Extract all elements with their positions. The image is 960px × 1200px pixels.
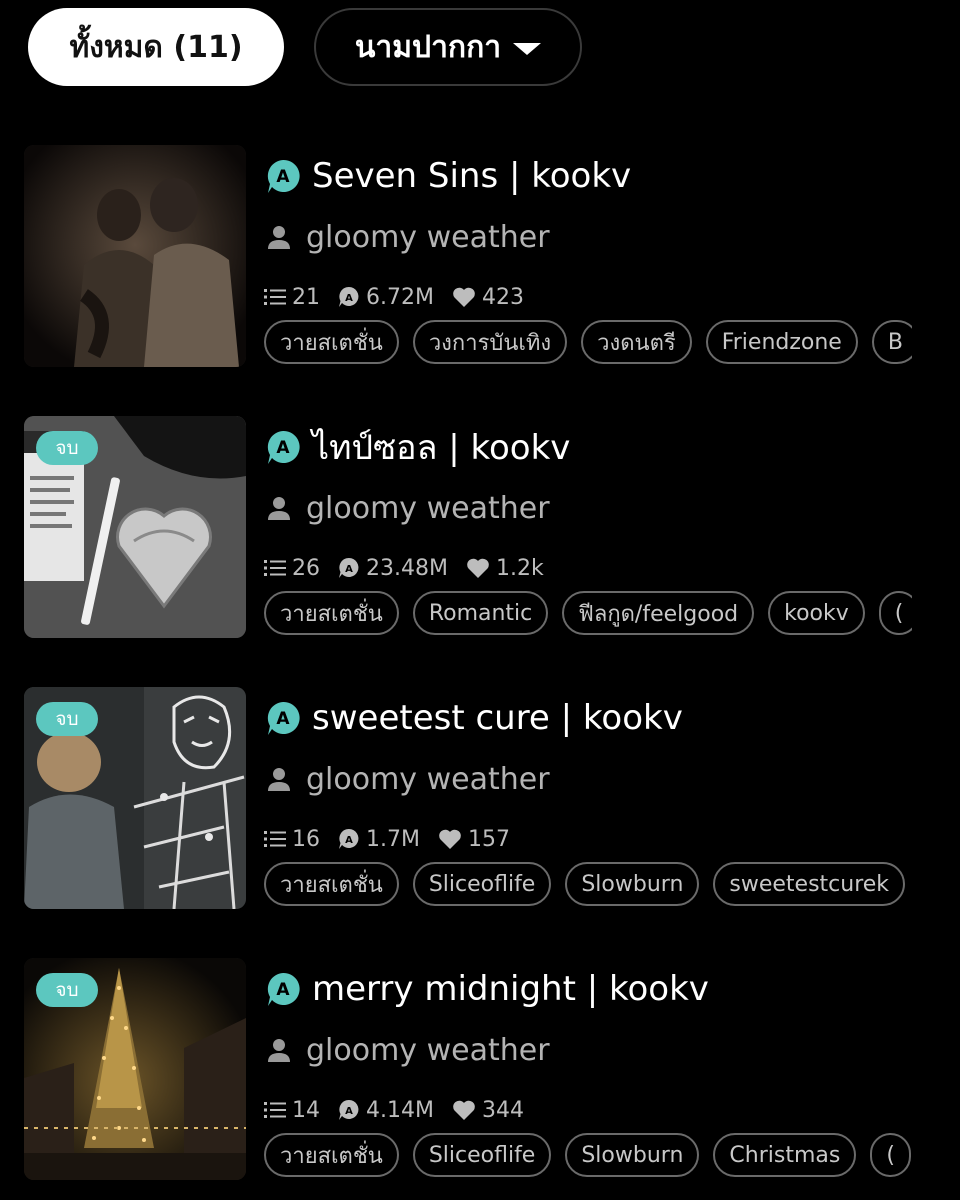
tag-chip[interactable]: วายสเตชั่น [264, 320, 399, 364]
heart-icon [439, 829, 461, 849]
tag-chip[interactable]: Friendzone [705, 320, 858, 364]
tag-chip[interactable]: B [871, 320, 912, 364]
a-badge-icon: A [267, 701, 300, 735]
pen-name-dropdown[interactable]: นามปากกา [314, 8, 582, 86]
view-count: 1.7M [366, 826, 420, 852]
cover-image [24, 145, 246, 367]
person-icon [268, 226, 290, 249]
novel-item[interactable]: จบ A ไทป์ซอล | kookv gloomy weather 26 A… [24, 416, 912, 687]
tag-chip[interactable]: Sliceoflife [412, 862, 552, 906]
tag-chip[interactable]: วงการบันเทิง [412, 320, 568, 364]
filter-all-label: ทั้งหมด (11) [69, 29, 243, 65]
view-count: 4.14M [366, 1097, 434, 1123]
views-icon: A [339, 828, 359, 849]
view-count: 6.72M [366, 284, 434, 310]
like-count: 423 [481, 284, 524, 310]
svg-text:A: A [276, 438, 290, 458]
views-icon: A [339, 557, 359, 578]
tag-chip[interactable]: Slowburn [565, 862, 700, 906]
views-icon: A [339, 286, 359, 307]
person-icon [268, 768, 290, 791]
person-icon [268, 497, 290, 520]
heart-icon [453, 287, 475, 307]
list-icon [264, 560, 286, 576]
tag-list: วายสเตชั่น วงการบันเทิง วงดนตรี Friendzone B [264, 320, 912, 366]
svg-text:A: A [345, 293, 353, 304]
chapter-count: 21 [292, 284, 320, 310]
svg-text:A: A [276, 167, 290, 187]
novel-item[interactable]: จบ A sweetest cure | kookv gloomy weathe… [24, 687, 912, 958]
novel-author[interactable]: gloomy weather [306, 1033, 550, 1068]
tag-chip[interactable]: ฟีลกูด/feelgood [562, 591, 755, 635]
tag-chip[interactable]: วายสเตชั่น [264, 1133, 399, 1177]
a-badge-icon: A [267, 159, 300, 193]
filter-bar: ทั้งหมด (11) นามปากกา [28, 8, 582, 86]
novel-author[interactable]: gloomy weather [306, 491, 550, 526]
finished-badge: จบ [36, 431, 98, 465]
chevron-down-icon [513, 43, 542, 55]
a-badge-icon: A [267, 430, 300, 464]
svg-text:A: A [345, 564, 353, 575]
tag-chip[interactable]: Sliceoflife [412, 1133, 552, 1177]
tag-chip[interactable]: วงดนตรี [581, 320, 692, 364]
finished-badge: จบ [36, 702, 98, 736]
tag-chip[interactable]: Christmas [713, 1133, 857, 1177]
novel-author[interactable]: gloomy weather [306, 762, 550, 797]
tag-chip[interactable]: วายสเตชั่น [264, 862, 399, 906]
novel-item[interactable]: A Seven Sins | kookv gloomy weather 21 A… [24, 145, 912, 416]
list-icon [264, 1102, 286, 1118]
novel-title[interactable]: merry midnight | kookv [312, 969, 709, 1009]
pen-name-label: นามปากกา [354, 29, 502, 65]
novel-title[interactable]: ไทป์ซอล | kookv [312, 420, 570, 474]
person-icon [268, 1039, 290, 1062]
chapter-count: 26 [292, 555, 320, 581]
tag-chip[interactable]: ( [878, 591, 912, 635]
svg-text:A: A [276, 709, 290, 729]
tag-list: วายสเตชั่น Sliceoflife Slowburn sweetestcur… [264, 862, 912, 908]
svg-text:A: A [276, 980, 290, 1000]
tag-chip[interactable]: sweetestcurek [713, 862, 906, 906]
svg-text:A: A [345, 835, 353, 846]
finished-badge: จบ [36, 973, 98, 1007]
tag-chip[interactable]: ( [870, 1133, 911, 1177]
like-count: 1.2k [495, 555, 544, 581]
novel-cover[interactable]: จบ [24, 958, 246, 1180]
novel-author[interactable]: gloomy weather [306, 220, 550, 255]
a-badge-icon: A [267, 972, 300, 1006]
tag-chip[interactable]: Slowburn [565, 1133, 700, 1177]
tag-chip[interactable]: วายสเตชั่น [264, 591, 399, 635]
tag-chip[interactable]: Romantic [412, 591, 549, 635]
chapter-count: 14 [292, 1097, 320, 1123]
novel-item[interactable]: จบ A merry midnight | kookv gloomy weath… [24, 958, 912, 1200]
svg-text:A: A [345, 1106, 353, 1117]
list-icon [264, 831, 286, 847]
novel-cover[interactable]: จบ [24, 416, 246, 638]
novel-title[interactable]: Seven Sins | kookv [312, 156, 631, 196]
novel-cover[interactable] [24, 145, 246, 367]
novel-cover[interactable]: จบ [24, 687, 246, 909]
heart-icon [453, 1100, 475, 1120]
filter-all-button[interactable]: ทั้งหมด (11) [28, 8, 284, 86]
views-icon: A [339, 1099, 359, 1120]
heart-icon [467, 558, 489, 578]
like-count: 344 [481, 1097, 524, 1123]
novel-list: A Seven Sins | kookv gloomy weather 21 A… [24, 145, 912, 1200]
chapter-count: 16 [292, 826, 320, 852]
tag-list: วายสเตชั่น Romantic ฟีลกูด/feelgood kookv ( [264, 591, 912, 637]
novel-title[interactable]: sweetest cure | kookv [312, 698, 683, 738]
view-count: 23.48M [366, 555, 448, 581]
like-count: 157 [467, 826, 510, 852]
tag-chip[interactable]: kookv [768, 591, 865, 635]
tag-list: วายสเตชั่น Sliceoflife Slowburn Christmas ( [264, 1133, 912, 1179]
list-icon [264, 289, 286, 305]
